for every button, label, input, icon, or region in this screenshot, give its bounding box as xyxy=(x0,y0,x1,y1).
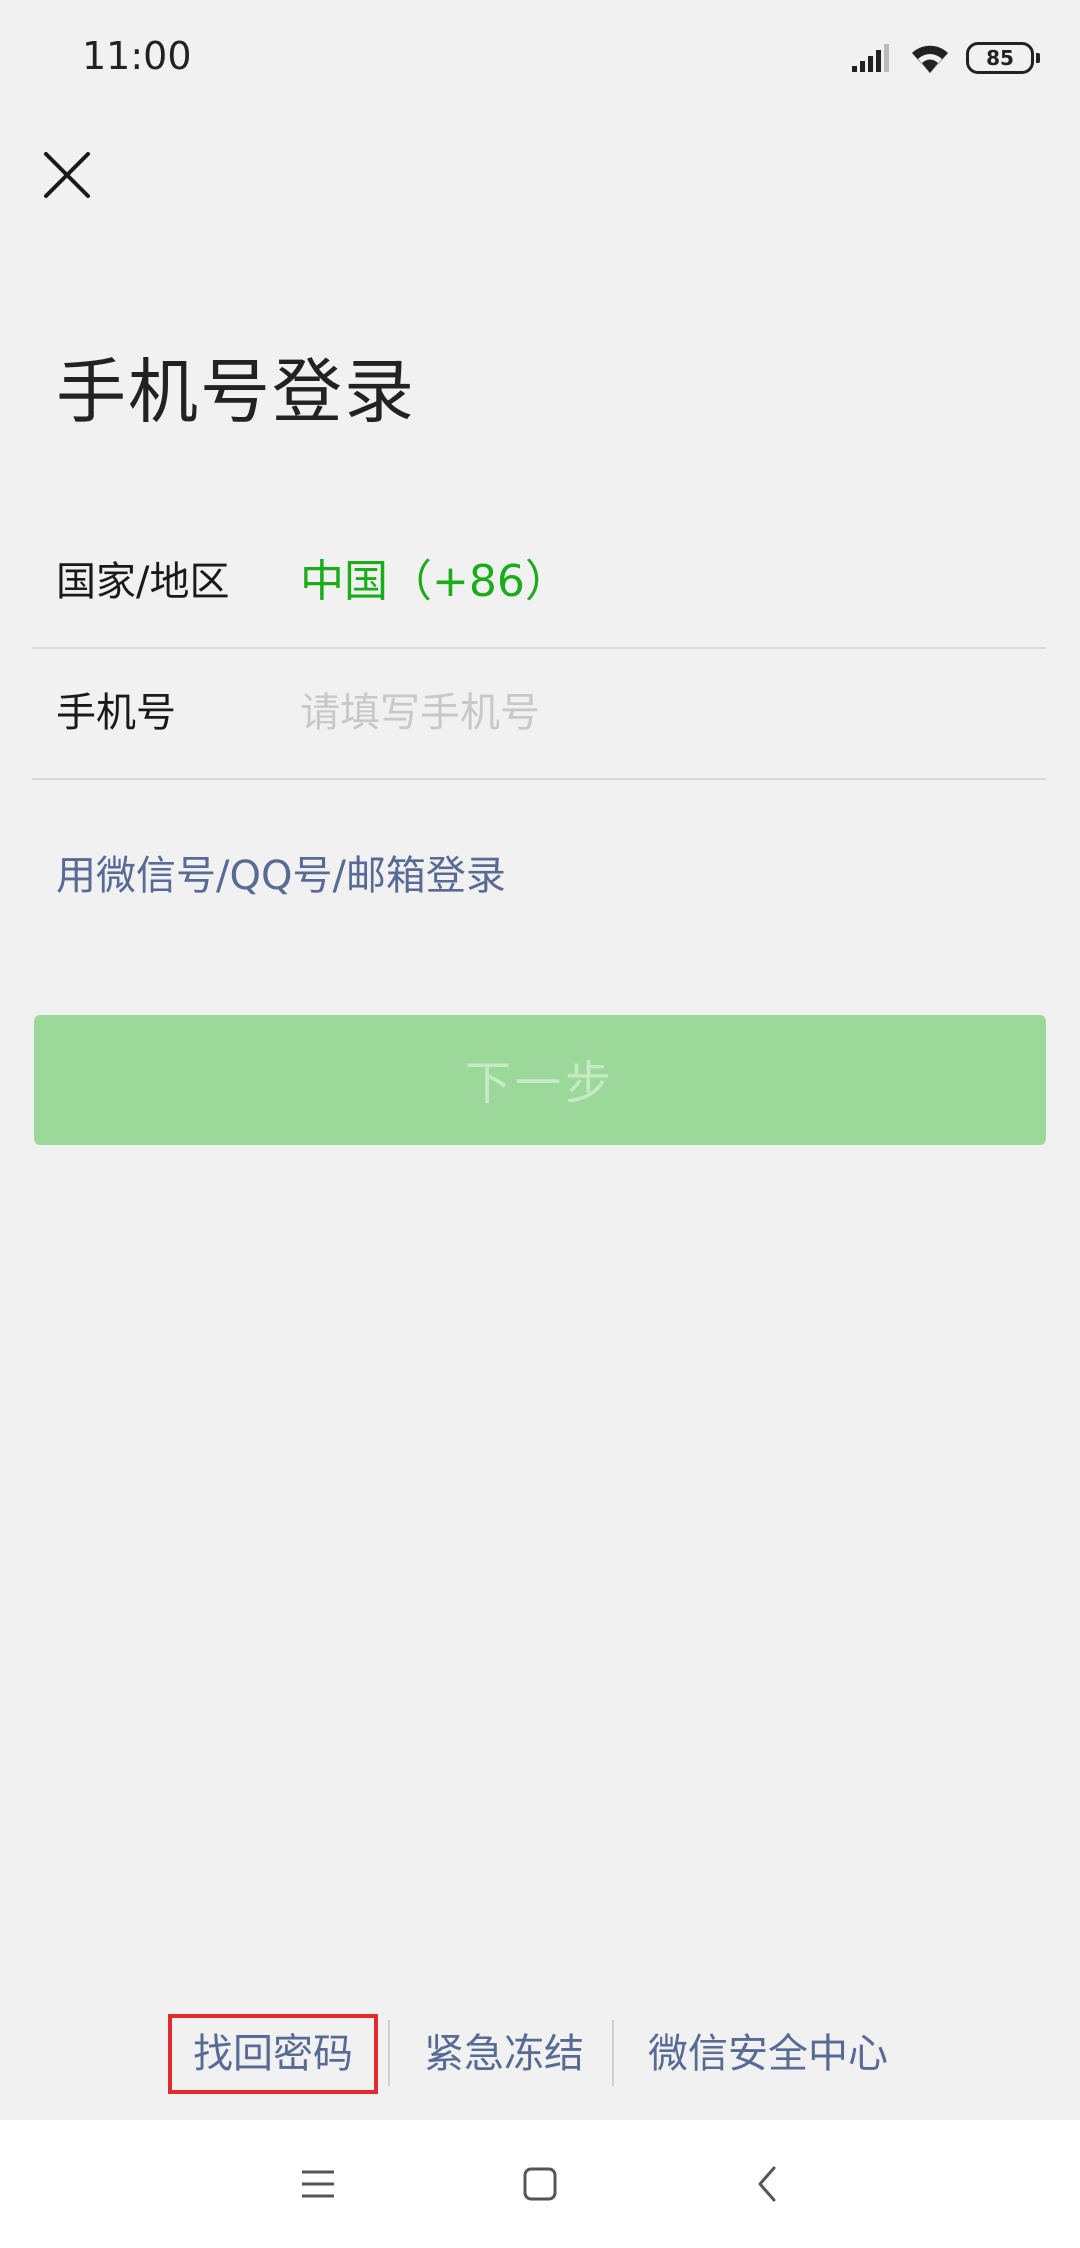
close-icon xyxy=(44,152,90,198)
footer-divider xyxy=(388,2020,390,2086)
country-row[interactable]: 国家/地区 中国（+86） xyxy=(32,517,1046,649)
security-center-link[interactable]: 微信安全中心 xyxy=(648,2012,888,2096)
signal-icon xyxy=(852,44,889,72)
phone-input[interactable] xyxy=(300,678,1020,748)
status-time: 11:00 xyxy=(82,34,192,78)
wifi-icon xyxy=(912,45,948,73)
battery-cap xyxy=(1036,53,1040,63)
phone-label: 手机号 xyxy=(56,690,176,736)
back-button[interactable] xyxy=(738,2154,798,2214)
emergency-freeze-link[interactable]: 紧急冻结 xyxy=(424,2012,584,2096)
next-button[interactable]: 下一步 xyxy=(34,1015,1046,1145)
status-icons: 85 xyxy=(850,38,1040,78)
back-icon xyxy=(758,2166,776,2202)
alt-login-link[interactable]: 用微信号/QQ号/邮箱登录 xyxy=(56,843,506,901)
recover-password-link[interactable]: 找回密码 xyxy=(168,2014,378,2094)
footer-links: 找回密码 紧急冻结 微信安全中心 xyxy=(0,2012,1080,2096)
home-icon xyxy=(523,2167,557,2201)
home-button[interactable] xyxy=(510,2154,570,2214)
status-bar: 11:00 85 xyxy=(0,0,1080,120)
footer-divider xyxy=(612,2020,614,2086)
menu-button[interactable] xyxy=(288,2154,348,2214)
menu-icon xyxy=(302,2170,334,2198)
battery-level: 85 xyxy=(966,42,1034,74)
country-label: 国家/地区 xyxy=(56,559,230,605)
battery-icon: 85 xyxy=(966,42,1040,74)
navigation-bar xyxy=(0,2120,1080,2248)
close-button[interactable] xyxy=(38,146,96,204)
country-selector[interactable]: 中国（+86） xyxy=(300,517,569,647)
phone-row: 手机号 xyxy=(32,648,1046,780)
page-title: 手机号登录 xyxy=(56,351,416,433)
